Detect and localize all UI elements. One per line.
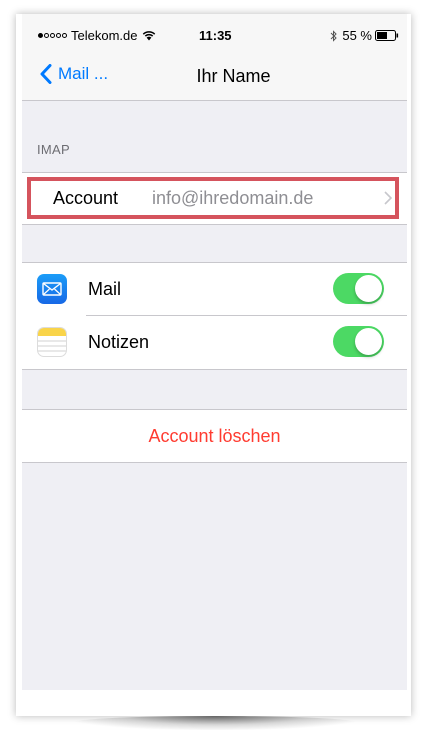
wifi-icon xyxy=(143,31,156,41)
notes-toggle[interactable] xyxy=(333,326,384,357)
mail-label: Mail xyxy=(88,279,122,299)
chevron-right-icon xyxy=(384,191,392,205)
account-email: info@ihredomain.de xyxy=(152,188,314,208)
page-title: Ihr Name xyxy=(196,66,271,86)
bluetooth-icon xyxy=(331,29,338,42)
mail-row: Mail xyxy=(22,263,407,316)
imap-section-header: IMAP xyxy=(37,142,70,157)
account-row[interactable]: Account info@ihredomain.de xyxy=(22,173,407,224)
account-group: Account info@ihredomain.de xyxy=(22,172,407,225)
status-right: 55 % xyxy=(330,28,399,43)
frame-shadow xyxy=(70,716,360,730)
notes-app-icon xyxy=(37,327,67,357)
delete-account-label: Account löschen xyxy=(148,426,281,446)
navigation-bar: Mail ... Ihr Name xyxy=(22,54,407,101)
battery-icon xyxy=(375,30,399,41)
delete-account-button[interactable]: Account löschen xyxy=(22,409,407,463)
notes-row: Notizen xyxy=(22,316,407,369)
apps-group: Mail Notizen xyxy=(22,262,407,370)
carrier-area: Telekom.de xyxy=(38,28,156,43)
mail-app-icon xyxy=(37,274,67,304)
mail-toggle[interactable] xyxy=(333,273,384,304)
status-time: 11:35 xyxy=(199,28,232,43)
notes-label: Notizen xyxy=(88,332,150,352)
battery-percent: 55 % xyxy=(342,28,372,43)
account-label: Account xyxy=(53,188,119,208)
carrier-name: Telekom.de xyxy=(71,28,138,43)
signal-strength-icon xyxy=(38,33,68,38)
settings-screen: Telekom.de 11:35 55 % Mail ... Ihr Name … xyxy=(22,14,407,690)
status-bar: Telekom.de 11:35 55 % xyxy=(22,14,407,54)
